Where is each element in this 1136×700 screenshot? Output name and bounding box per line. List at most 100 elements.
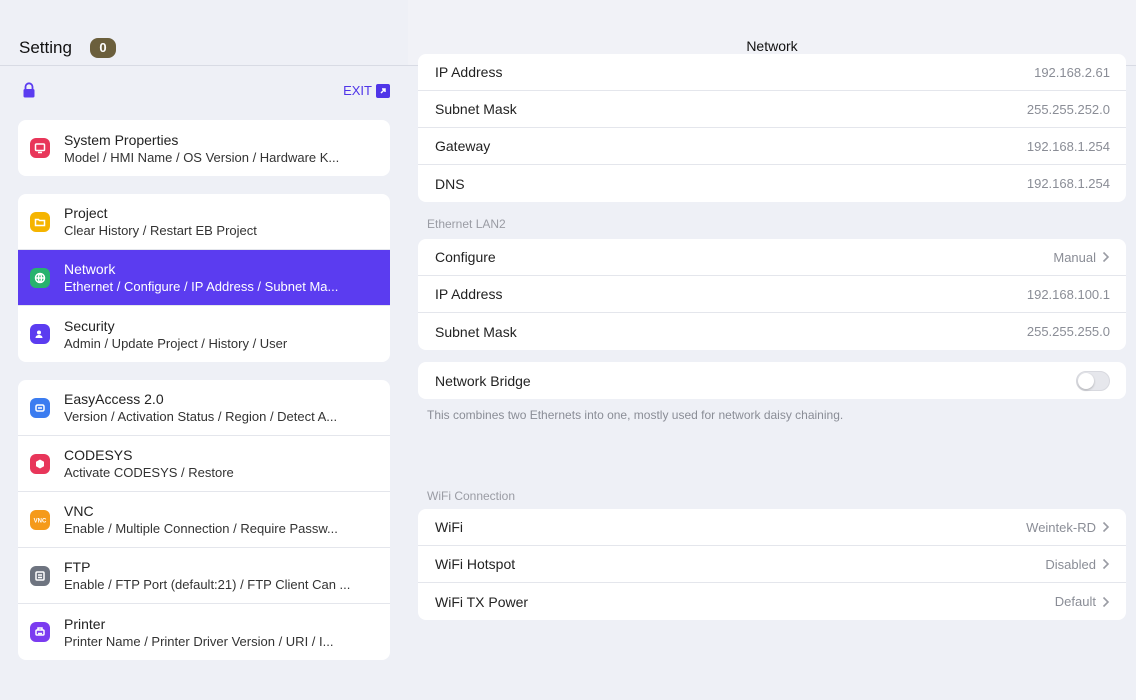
- setting-value: 192.168.2.61: [1034, 65, 1110, 80]
- sidebar-item-vnc[interactable]: VNC VNC Enable / Multiple Connection / Req…: [18, 492, 390, 548]
- sidebar-group: EasyAccess 2.0 Version / Activation Statu…: [18, 380, 390, 660]
- sidebar-item-subtitle: Clear History / Restart EB Project: [64, 223, 257, 238]
- setting-value-text: 255.255.252.0: [1026, 101, 1110, 117]
- toggle-knob: [1078, 372, 1094, 389]
- setting-value: 192.168.1.254: [1027, 176, 1110, 191]
- sidebar-item-text: Network Ethernet / Configure / IP Address…: [64, 261, 338, 294]
- setting-row-wifi-tx-power[interactable]: WiFi TX Power Default: [418, 583, 1126, 620]
- setting-value: Disabled: [1045, 557, 1110, 572]
- setting-row-ip-address: IP Address 192.168.2.61: [418, 54, 1126, 91]
- sidebar-item-text: CODESYS Activate CODESYS / Restore: [64, 447, 234, 480]
- ethernet-lan1-card: IP Address 192.168.2.61 Subnet Mask 255.255…: [418, 54, 1126, 202]
- network-bridge-note: This combines two Ethernets into one, mo…: [427, 408, 844, 422]
- sidebar-item-text: VNC Enable / Multiple Connection / Requir…: [64, 503, 338, 536]
- monitor-icon: [30, 138, 50, 158]
- sidebar-item-project[interactable]: Project Clear History / Restart EB Projec…: [18, 194, 390, 250]
- sidebar-item-label: VNC: [64, 503, 94, 519]
- sidebar-header: Setting 0: [0, 0, 408, 66]
- sidebar-item-text: FTP Enable / FTP Port (default:21) / FTP …: [64, 559, 350, 592]
- setting-label: Gateway: [435, 138, 491, 154]
- setting-row-gateway: Gateway 192.168.1.254: [418, 128, 1126, 165]
- setting-value-text: 255.255.255.0: [1026, 324, 1110, 339]
- svg-text:VNC: VNC: [34, 518, 47, 524]
- ftp-icon: [30, 565, 50, 586]
- setting-row-dns: DNS 192.168.1.254: [418, 165, 1126, 202]
- setting-value-text: 192.168.100.1: [1026, 286, 1110, 302]
- setting-label: WiFi: [435, 519, 463, 535]
- sidebar-group: Project Clear History / Restart EB Projec…: [18, 194, 390, 362]
- setting-value: Weintek-RD: [1026, 520, 1110, 535]
- sidebar-group: System Properties Model / HMI Name / OS V…: [18, 120, 390, 176]
- printer-icon: [30, 622, 50, 642]
- setting-row-configure[interactable]: Configure Manual: [418, 239, 1126, 276]
- sidebar-item-label: EasyAccess 2.0: [64, 391, 164, 407]
- sidebar-item-subtitle: Enable / FTP Port (default:21) / FTP Cli…: [64, 577, 351, 592]
- sidebar-item-label: Printer: [64, 615, 106, 632]
- setting-row-wifi-hotspot[interactable]: WiFi Hotspot Disabled: [418, 546, 1126, 583]
- sidebar-item-subtitle: Admin / Update Project / History / User: [64, 335, 288, 351]
- setting-value-text: Default: [1054, 594, 1096, 609]
- sidebar-item-label: Security: [64, 317, 115, 334]
- setting-label: IP Address: [435, 64, 503, 80]
- sidebar-item-subtitle: Printer Name / Printer Driver Version / …: [64, 633, 334, 649]
- setting-label: WiFi Hotspot: [435, 556, 516, 572]
- setting-value: 192.168.100.1: [1027, 287, 1110, 302]
- network-bridge-toggle[interactable]: [1076, 370, 1110, 391]
- setting-label: Subnet Mask: [435, 101, 517, 117]
- sidebar-item-label: Network: [64, 261, 116, 277]
- sidebar-item-system-properties[interactable]: System Properties Model / HMI Name / OS V…: [18, 120, 390, 176]
- notification-badge[interactable]: 0: [90, 38, 116, 58]
- sidebar-item-text: Security Admin / Update Project / History…: [64, 318, 287, 351]
- setting-value: 255.255.252.0: [1027, 102, 1110, 117]
- setting-label: DNS: [435, 175, 465, 192]
- exit-button[interactable]: EXIT: [343, 83, 390, 98]
- chevron-right-icon: [1102, 558, 1110, 570]
- globe-icon: [30, 267, 50, 288]
- setting-row-subnet-mask: Subnet Mask 255.255.252.0: [418, 91, 1126, 128]
- setting-value-text: Weintek-RD: [1026, 519, 1096, 535]
- setting-value-text: 192.168.2.61: [1034, 64, 1110, 80]
- sidebar-title: Setting: [19, 38, 72, 57]
- section-label-lan2: Ethernet LAN2: [427, 217, 506, 231]
- setting-label: WiFi TX Power: [435, 593, 529, 610]
- sidebar-item-text: System Properties Model / HMI Name / OS V…: [64, 132, 339, 165]
- chevron-right-icon: [1102, 596, 1110, 607]
- setting-row-ip-address: IP Address 192.168.100.1: [418, 276, 1126, 313]
- sidebar-item-subtitle: Ethernet / Configure / IP Address / Subn…: [64, 279, 339, 294]
- codesys-icon: [30, 453, 50, 474]
- sidebar-item-subtitle: Enable / Multiple Connection / Require P…: [64, 521, 338, 536]
- setting-value-text: 192.168.1.254: [1026, 138, 1110, 154]
- sidebar-item-label: CODESYS: [64, 447, 133, 463]
- setting-row-subnet-mask: Subnet Mask 255.255.255.0: [418, 313, 1126, 350]
- folder-icon: [30, 211, 50, 232]
- setting-value-text: 192.168.1.254: [1026, 176, 1110, 191]
- setting-value-text: Manual: [1053, 249, 1096, 265]
- sidebar-item-subtitle: Version / Activation Status / Region / D…: [64, 409, 338, 424]
- wifi-card: WiFi Weintek-RD WiFi Hotspot Disabled WiFi T…: [418, 509, 1126, 620]
- user-shield-icon: [30, 324, 50, 344]
- setting-label: Subnet Mask: [435, 323, 517, 340]
- setting-value-text: Disabled: [1045, 556, 1096, 572]
- sidebar-item-text: Project Clear History / Restart EB Projec…: [64, 205, 257, 238]
- sidebar-item-label: System Properties: [64, 131, 179, 148]
- sidebar-item-label: FTP: [64, 559, 91, 575]
- sidebar-item-subtitle: Model / HMI Name / OS Version / Hardware…: [64, 149, 340, 165]
- sidebar-item-security[interactable]: Security Admin / Update Project / History…: [18, 306, 390, 362]
- sidebar-item-easyaccess-2-0[interactable]: EasyAccess 2.0 Version / Activation Statu…: [18, 380, 390, 436]
- easyaccess-icon: [30, 397, 50, 418]
- sidebar-item-codesys[interactable]: CODESYS Activate CODESYS / Restore: [18, 436, 390, 492]
- network-bridge-card: Network Bridge: [418, 362, 1126, 399]
- network-bridge-row: Network Bridge: [418, 362, 1126, 399]
- sidebar-item-printer[interactable]: Printer Printer Name / Printer Driver Ver…: [18, 604, 390, 660]
- setting-label: IP Address: [435, 286, 503, 302]
- exit-label: EXIT: [343, 83, 372, 98]
- lock-icon[interactable]: [22, 82, 36, 98]
- setting-label: Configure: [435, 249, 496, 265]
- sidebar-item-ftp[interactable]: FTP Enable / FTP Port (default:21) / FTP …: [18, 548, 390, 604]
- sidebar-item-network[interactable]: Network Ethernet / Configure / IP Address…: [18, 250, 390, 306]
- setting-row-wifi[interactable]: WiFi Weintek-RD: [418, 509, 1126, 546]
- sidebar-item-subtitle: Activate CODESYS / Restore: [64, 465, 234, 480]
- vnc-icon: VNC: [30, 509, 50, 530]
- sidebar: Setting 0 EXIT System Properties Model / …: [0, 0, 408, 700]
- sidebar-item-label: Project: [64, 205, 108, 221]
